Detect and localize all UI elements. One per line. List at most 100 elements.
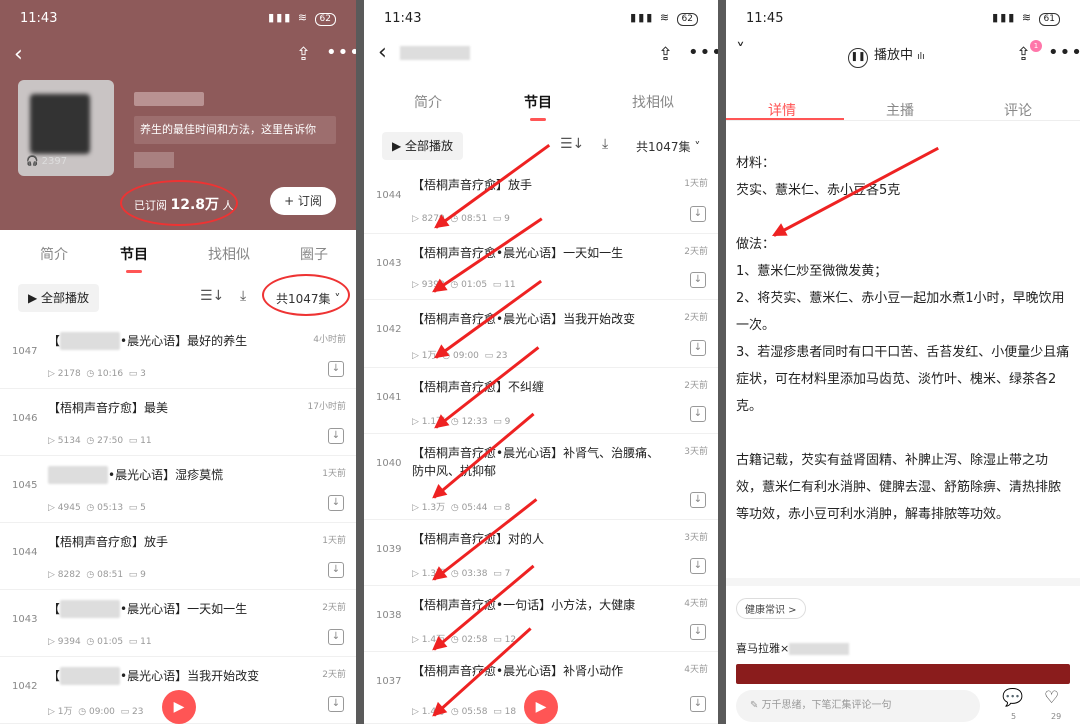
- episode-row[interactable]: 1038 【梧桐声音疗愈•一句话】小方法，大健康 4天前 ▷ 1.4万 ◷ 02:58…: [364, 586, 718, 652]
- download-icon[interactable]: ↓: [690, 696, 706, 712]
- now-playing-button[interactable]: ❚❚ 播放中 ılı: [848, 44, 925, 68]
- status-bar: 11:43 ▮▮▮ ≋ 62: [364, 0, 718, 36]
- more-icon[interactable]: •••: [1048, 42, 1080, 63]
- play-all-button[interactable]: ▶ 全部播放: [18, 284, 100, 312]
- episode-row[interactable]: 1040 【梧桐声音疗愈•晨光心语】补肾气、治腰痛、防中风、抗抑郁 3天前 ▷ 1.3…: [364, 434, 718, 520]
- tab-intro[interactable]: 简介: [40, 244, 68, 264]
- tab-host[interactable]: 主播: [886, 100, 914, 120]
- episode-row[interactable]: 1043 【梧桐声音疗愈•晨光心语】一天如一生 2天前 ▷ 9393 ◷ 01:05 …: [364, 234, 718, 300]
- subscribe-button[interactable]: + 订阅: [270, 187, 336, 215]
- download-icon[interactable]: ↓: [328, 696, 344, 712]
- episode-time-ago: 3天前: [684, 447, 708, 457]
- episode-title[interactable]: 【梧桐声音疗愈•晨光心语】补肾小动作: [412, 662, 662, 680]
- tag-chip[interactable]: 健康常识 >: [736, 598, 806, 619]
- episode-row[interactable]: 1045 梧桐声音疗•晨光心语】湿疹莫慌 1天前 ▷ 4945 ◷ 05:13 ▭ 5…: [0, 456, 356, 523]
- brand-text: 喜马拉雅×: [736, 642, 790, 655]
- episode-row[interactable]: 1044 【梧桐声音疗愈】放手 1天前 ▷ 8282 ◷ 08:51 ▭ 9 ↓: [0, 523, 356, 590]
- episode-row[interactable]: 1044 【梧桐声音疗愈】放手 1天前 ▷ 8279 ◷ 08:51 ▭ 9 ↓: [364, 166, 718, 234]
- title-text: •晨光心语】当我开始改变: [120, 669, 260, 683]
- chevron-down-icon[interactable]: ˅: [736, 40, 745, 61]
- episode-plays: 8282: [57, 570, 81, 580]
- episode-title[interactable]: 【梧桐声音疗愈•一句话】小方法，大健康: [412, 596, 662, 614]
- episode-title[interactable]: 【梧桐声音疗•晨光心语】最好的养生: [48, 332, 298, 350]
- back-icon[interactable]: ‹: [14, 42, 23, 67]
- download-icon[interactable]: ↓: [690, 340, 706, 356]
- episode-title[interactable]: 【梧桐声音疗愈】放手: [412, 176, 662, 194]
- host-blurred: [134, 152, 174, 168]
- episode-time-ago: 4天前: [684, 665, 708, 675]
- episode-row[interactable]: 1047 【梧桐声音疗•晨光心语】最好的养生 4小时前 ▷ 2178 ◷ 10:16 …: [0, 322, 356, 389]
- album-title-blurred: [134, 92, 204, 106]
- download-icon[interactable]: ↓: [328, 562, 344, 578]
- status-icons: ▮▮▮ ≋ 62: [630, 11, 698, 26]
- episode-row[interactable]: 1046 【梧桐声音疗愈】最美 17小时前 ▷ 5134 ◷ 27:50 ▭ 11 ↓: [0, 389, 356, 456]
- share-icon[interactable]: ⇪: [658, 44, 673, 65]
- episode-row[interactable]: 1043 【梧桐声音疗•晨光心语】一天如一生 2天前 ▷ 9394 ◷ 01:05 ▭…: [0, 590, 356, 657]
- share-icon[interactable]: ⇪: [296, 44, 311, 65]
- download-icon[interactable]: ↓: [690, 624, 706, 640]
- download-icon[interactable]: ↓: [328, 428, 344, 444]
- download-icon[interactable]: ↓: [328, 629, 344, 645]
- tab-details[interactable]: 详情: [768, 100, 796, 120]
- play-icon[interactable]: ▶: [524, 690, 558, 724]
- episode-title[interactable]: 【梧桐声音疗愈•晨光心语】当我开始改变: [412, 310, 662, 328]
- episode-title[interactable]: 【梧桐声音疗•晨光心语】一天如一生: [48, 600, 298, 618]
- like-icon[interactable]: ♡: [1044, 688, 1059, 708]
- episode-number: 1042: [12, 681, 38, 692]
- sort-icon[interactable]: ☰↓: [200, 288, 224, 304]
- episode-duration: 05:58: [461, 707, 488, 717]
- more-icon[interactable]: •••: [326, 42, 356, 63]
- tab-similar[interactable]: 找相似: [632, 92, 674, 112]
- comment-input[interactable]: ✎ 万千思绪，下笔汇集评论一句: [736, 690, 980, 722]
- episode-duration: 01:05: [461, 280, 488, 290]
- tab-intro[interactable]: 简介: [414, 92, 442, 112]
- episode-number: 1038: [376, 610, 402, 621]
- album-tabs: 简介 节目 找相似 圈子: [0, 232, 356, 274]
- episode-title[interactable]: 【梧桐声音疗愈•晨光心语】补肾气、治腰痛、防中风、抗抑郁: [412, 444, 662, 480]
- download-icon[interactable]: ↓: [328, 495, 344, 511]
- banner[interactable]: [736, 664, 1070, 684]
- episode-row[interactable]: 1039 【梧桐声音疗愈】对的人 3天前 ▷ 1.3万 ◷ 03:38 ▭ 7 ↓: [364, 520, 718, 586]
- download-all-icon[interactable]: ⤓: [240, 288, 246, 304]
- play-icon[interactable]: ▶: [162, 690, 196, 724]
- episode-comments: 5: [140, 503, 146, 513]
- comment-icon[interactable]: 💬: [1002, 688, 1023, 708]
- episode-duration: 05:44: [461, 503, 488, 513]
- episode-time-ago: 1天前: [322, 469, 346, 479]
- download-icon[interactable]: ↓: [690, 558, 706, 574]
- episode-time-ago: 2天前: [684, 247, 708, 257]
- download-icon[interactable]: ↓: [690, 406, 706, 422]
- episode-row[interactable]: 1042 【梧桐声音疗愈•晨光心语】当我开始改变 2天前 ▷ 1万 ◷ 09:00 ▭…: [364, 300, 718, 368]
- download-icon[interactable]: ↓: [690, 206, 706, 222]
- episode-row[interactable]: 1041 【梧桐声音疗愈】不纠缠 2天前 ▷ 1.1万 ◷ 12:33 ▭ 9 ↓: [364, 368, 718, 434]
- episode-meta: ▷ 1万 ◷ 09:00 ▭ 23: [412, 351, 508, 361]
- play-all-label: 全部播放: [405, 139, 454, 153]
- back-icon[interactable]: ‹: [378, 40, 387, 65]
- share-icon[interactable]: ⇪: [1016, 44, 1031, 65]
- episode-count[interactable]: 共1047集 ˅: [636, 138, 700, 155]
- episode-title[interactable]: 【梧桐声音疗愈•晨光心语】一天如一生: [412, 244, 662, 262]
- download-icon[interactable]: ↓: [328, 361, 344, 377]
- download-icon[interactable]: ↓: [690, 272, 706, 288]
- download-all-icon[interactable]: ⤓: [602, 136, 608, 152]
- title-blurred: 梧桐声音疗: [60, 332, 121, 350]
- tab-circle[interactable]: 圈子: [300, 244, 328, 264]
- episode-number: 1043: [12, 614, 38, 625]
- article-line: [736, 420, 1070, 447]
- episode-title[interactable]: 【梧桐声音疗愈】对的人: [412, 530, 662, 548]
- episode-title[interactable]: 【梧桐声音疗愈】放手: [48, 533, 298, 551]
- tab-episodes[interactable]: 节目: [120, 244, 148, 273]
- play-all-button[interactable]: ▶ 全部播放: [382, 132, 464, 160]
- more-icon[interactable]: •••: [688, 42, 718, 63]
- tab-comments[interactable]: 评论: [1004, 100, 1032, 120]
- download-icon[interactable]: ↓: [690, 492, 706, 508]
- episode-number: 1041: [376, 392, 402, 403]
- episode-title[interactable]: 【梧桐声音疗愈】最美: [48, 399, 298, 417]
- sort-icon[interactable]: ☰↓: [560, 136, 584, 152]
- episode-title[interactable]: 梧桐声音疗•晨光心语】湿疹莫慌: [48, 466, 298, 484]
- episode-meta: ▷ 8279 ◷ 08:51 ▭ 9: [412, 214, 510, 224]
- tab-similar[interactable]: 找相似: [208, 244, 250, 264]
- episode-title[interactable]: 【梧桐声音疗愈】不纠缠: [412, 378, 662, 396]
- episode-title[interactable]: 【梧桐声音疗•晨光心语】当我开始改变: [48, 667, 298, 685]
- tab-episodes[interactable]: 节目: [524, 92, 552, 121]
